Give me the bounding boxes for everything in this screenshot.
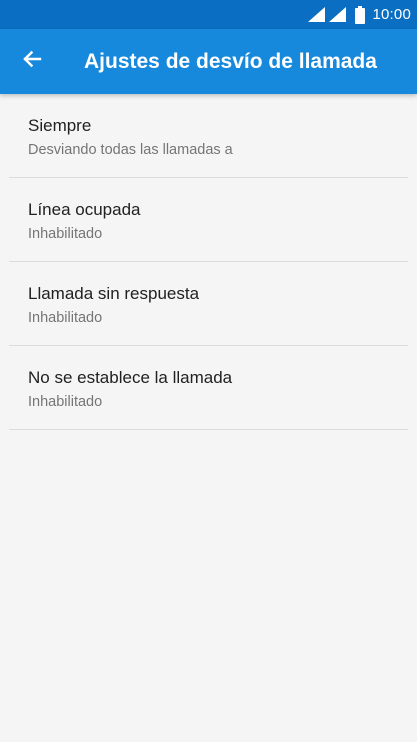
clock: 10:00	[372, 6, 411, 23]
page-title: Ajustes de desvío de llamada	[84, 50, 377, 73]
signal-icon	[329, 7, 347, 22]
app-bar: Ajustes de desvío de llamada	[0, 29, 417, 94]
back-button[interactable]	[12, 41, 52, 81]
list-item-title: Línea ocupada	[28, 200, 141, 219]
list-item-linea-ocupada[interactable]: Línea ocupada Inhabilitado	[0, 178, 417, 262]
battery-icon	[355, 5, 366, 24]
call-forwarding-list: Siempre Desviando todas las llamadas a L…	[0, 94, 417, 430]
list-item-no-se-establece[interactable]: No se establece la llamada Inhabilitado	[0, 346, 417, 430]
list-item-summary: Desviando todas las llamadas a	[28, 142, 233, 158]
list-item-title: Siempre	[28, 116, 92, 135]
list-item-siempre[interactable]: Siempre Desviando todas las llamadas a	[0, 94, 417, 178]
list-item-summary: Inhabilitado	[28, 394, 103, 410]
list-item-llamada-sin-respuesta[interactable]: Llamada sin respuesta Inhabilitado	[0, 262, 417, 346]
divider	[9, 429, 408, 430]
list-item-summary: Inhabilitado	[28, 310, 103, 326]
list-item-summary: Inhabilitado	[28, 226, 103, 242]
status-bar: 10:00	[0, 0, 417, 29]
list-item-title: Llamada sin respuesta	[28, 284, 200, 303]
arrow-back-icon	[22, 49, 42, 74]
screen: 10:00 Ajustes de desvío de llamada Siemp…	[0, 0, 417, 742]
status-icons: 10:00	[308, 0, 411, 29]
list-item-title: No se establece la llamada	[28, 368, 233, 387]
signal-icon	[308, 7, 326, 22]
